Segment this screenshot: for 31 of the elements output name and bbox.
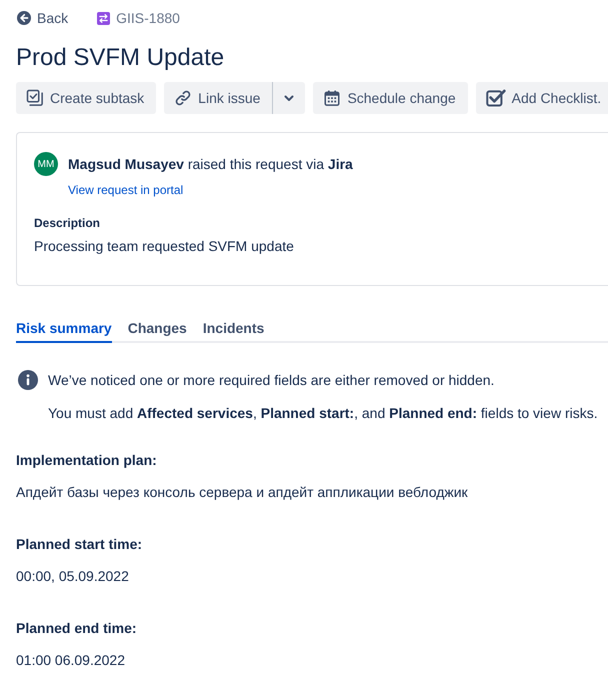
description-label: Description [34,215,102,232]
toolbar-button[interactable]: Create subtask [16,82,156,114]
swap-arrows-icon [97,12,110,24]
tab[interactable]: Changes [128,314,187,343]
info-icon [18,370,38,390]
dropdown-button[interactable] [272,82,306,114]
notice-message: We’ve noticed one or more required fields are either removed or hidden. [48,371,496,390]
notice-detail: You must add Affected services, Planned start:, and Planned end: fields to view risks. [48,404,598,423]
field-value: 00:00, 05.09.2022 [16,567,130,586]
portal-link[interactable]: View request in portal [68,183,184,197]
toolbar-button[interactable]: Schedule change [313,82,468,114]
field-value: Апдейт базы через консоль сервера и апдейт аппликации веблоджик [16,483,469,502]
toolbar-button[interactable]: Link issue [164,82,272,114]
link-icon [174,89,192,107]
field-label: Planned end time: [16,619,138,638]
issue-key-link[interactable]: GIIS-1880 [97,8,180,28]
checked-box-icon [486,88,506,108]
tab[interactable]: Incidents [202,314,264,343]
field-label: Planned start time: [16,535,144,554]
tab[interactable]: Risk summary [16,314,112,343]
back-arrow-icon [17,11,31,25]
toolbar-button[interactable]: Add Checklist. [476,82,608,114]
user-avatar: MM [34,152,58,176]
back-link[interactable]: Back [17,8,68,28]
request-summary: Magsud Musayev raised this request via Jira [68,155,353,174]
field-value: 01:00 06.09.2022 [16,651,126,670]
stacked-checkbox-icon [26,89,44,107]
calendar-icon [323,89,342,107]
issue-title: Prod SVFM Update [16,43,226,73]
field-label: Implementation plan: [16,451,158,470]
description-text: Processing team requested SVFM update [34,237,295,256]
